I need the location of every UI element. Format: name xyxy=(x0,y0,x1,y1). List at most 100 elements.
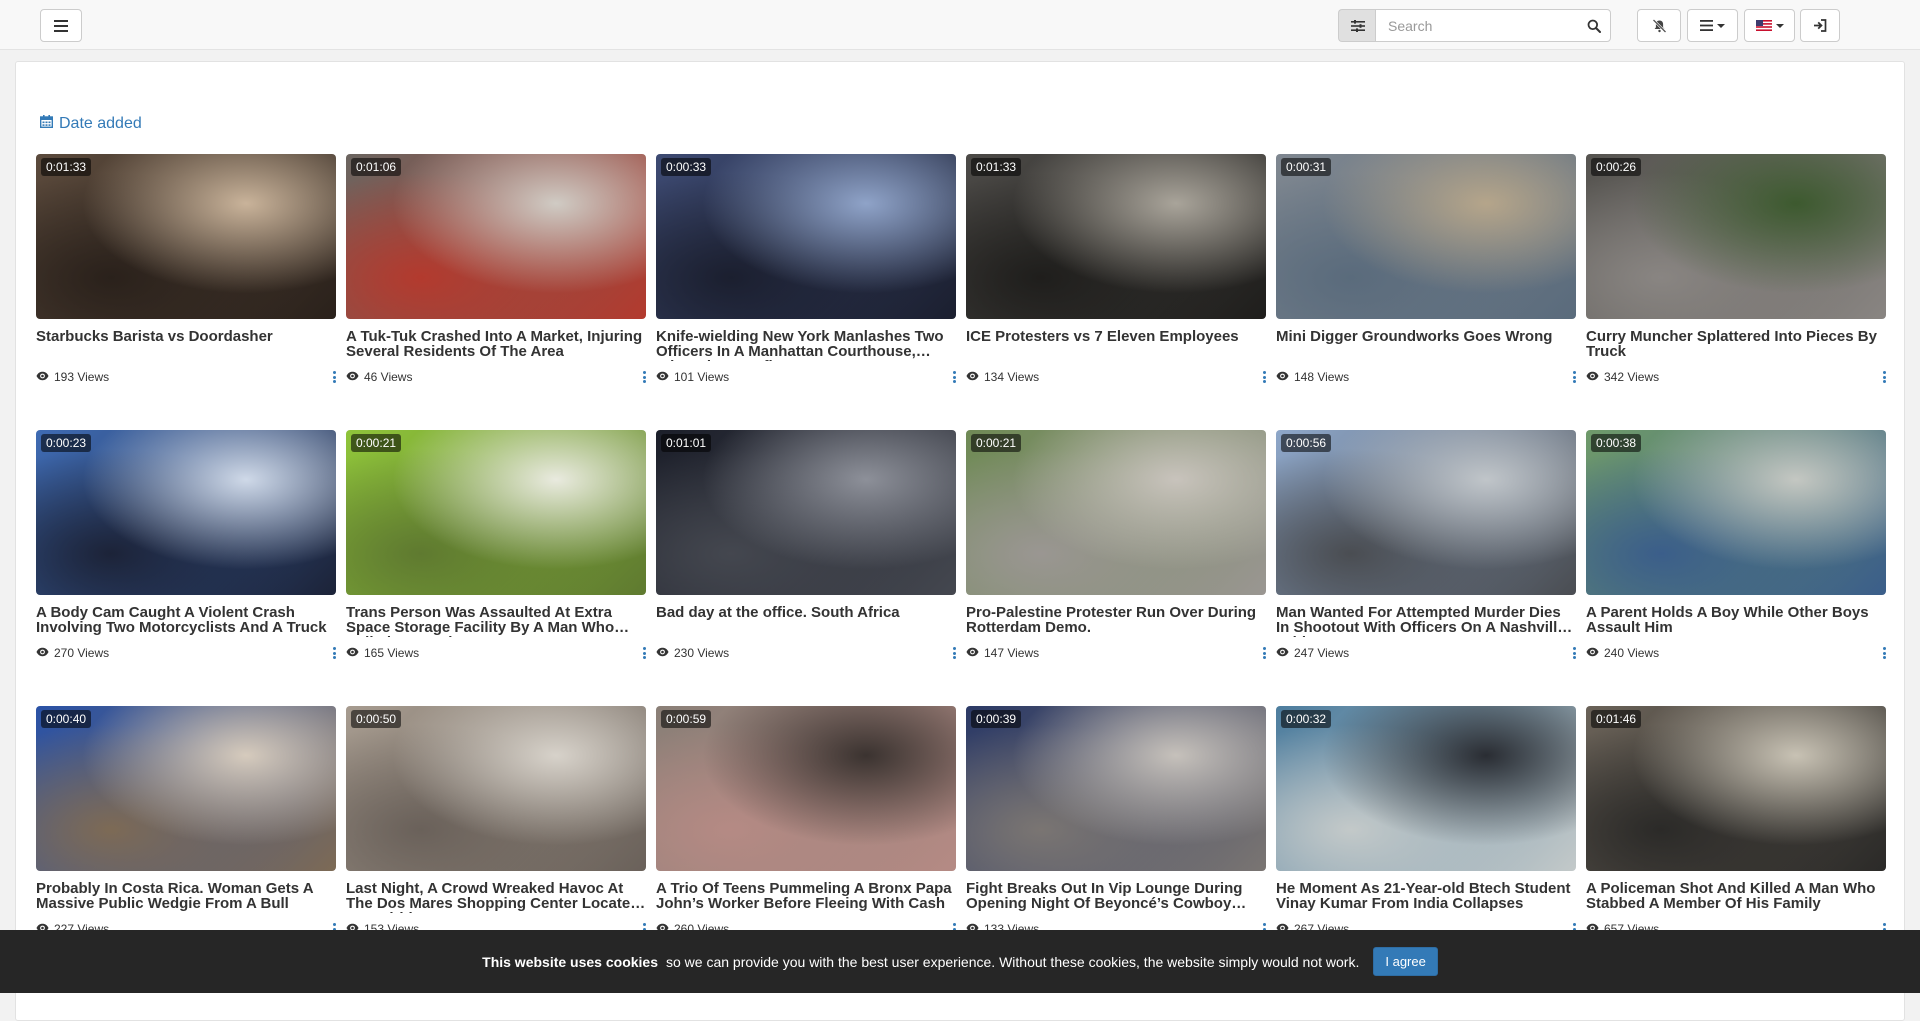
bell-slash-icon xyxy=(1652,18,1667,33)
filter-button[interactable] xyxy=(1338,9,1376,42)
magnifier-icon[interactable] xyxy=(1584,16,1604,36)
video-thumbnail[interactable]: 0:00:39 xyxy=(966,706,1266,871)
video-title[interactable]: Last Night, A Crowd Wreaked Havoc At The… xyxy=(346,881,646,913)
video-title[interactable]: A Policeman Shot And Killed A Man Who St… xyxy=(1586,881,1886,913)
more-options-icon[interactable] xyxy=(332,647,336,659)
video-thumbnail[interactable]: 0:01:33 xyxy=(966,154,1266,319)
video-title[interactable]: Probably In Costa Rica. Woman Gets A Mas… xyxy=(36,881,336,913)
video-title[interactable]: ICE Protesters vs 7 Eleven Employees xyxy=(966,329,1266,361)
duration-badge: 0:00:38 xyxy=(1591,434,1642,452)
eye-icon xyxy=(1276,646,1294,660)
video-title[interactable]: Knife-wielding New York Manlashes Two Of… xyxy=(656,329,956,361)
video-thumbnail[interactable]: 0:00:59 xyxy=(656,706,956,871)
video-meta: 230 Views xyxy=(656,644,956,662)
more-options-icon[interactable] xyxy=(642,371,646,383)
more-options-icon[interactable] xyxy=(1572,647,1576,659)
video-title[interactable]: A Tuk-Tuk Crashed Into A Market, Injurin… xyxy=(346,329,646,361)
view-count: 46 Views xyxy=(364,370,413,384)
more-options-icon[interactable] xyxy=(1262,647,1266,659)
menu-button[interactable] xyxy=(40,9,82,42)
video-title[interactable]: A Body Cam Caught A Violent Crash Involv… xyxy=(36,605,336,637)
chevron-down-icon xyxy=(1717,23,1725,28)
video-title[interactable]: A Trio Of Teens Pummeling A Bronx Papa J… xyxy=(656,881,956,913)
video-card[interactable]: 0:00:21 Trans Person Was Assaulted At Ext… xyxy=(346,430,646,662)
video-title[interactable]: Trans Person Was Assaulted At Extra Spac… xyxy=(346,605,646,637)
cookie-message: so we can provide you with the best user… xyxy=(666,953,1360,970)
video-card[interactable]: 0:00:39 Fight Breaks Out In Vip Lounge Du… xyxy=(966,706,1266,938)
video-title[interactable]: Starbucks Barista vs Doordasher xyxy=(36,329,336,361)
more-options-icon[interactable] xyxy=(1572,371,1576,383)
duration-badge: 0:01:46 xyxy=(1591,710,1642,728)
view-count: 101 Views xyxy=(674,370,730,384)
video-card[interactable]: 0:00:31 Mini Digger Groundworks Goes Wron… xyxy=(1276,154,1576,386)
more-options-icon[interactable] xyxy=(952,371,956,383)
language-dropdown[interactable] xyxy=(1744,9,1795,42)
more-options-icon[interactable] xyxy=(1882,371,1886,383)
duration-badge: 0:00:59 xyxy=(661,710,712,728)
sort-date-added-link[interactable]: Date added xyxy=(39,115,142,133)
video-title[interactable]: Man Wanted For Attempted Murder Dies In … xyxy=(1276,605,1576,637)
video-card[interactable]: 0:00:33 Knife-wielding New York Manlashes… xyxy=(656,154,956,386)
video-card[interactable]: 0:01:01 Bad day at the office. South Afri… xyxy=(656,430,956,662)
duration-badge: 0:00:21 xyxy=(351,434,402,452)
video-card[interactable]: 0:00:23 A Body Cam Caught A Violent Crash… xyxy=(36,430,336,662)
video-title[interactable]: Mini Digger Groundworks Goes Wrong xyxy=(1276,329,1576,361)
video-thumbnail[interactable]: 0:00:40 xyxy=(36,706,336,871)
us-flag-icon xyxy=(1755,20,1772,31)
notifications-mute-button[interactable] xyxy=(1637,9,1681,42)
duration-badge: 0:00:40 xyxy=(41,710,92,728)
video-thumbnail[interactable]: 0:00:50 xyxy=(346,706,646,871)
video-card[interactable]: 0:00:32 He Moment As 21-Year-old Btech St… xyxy=(1276,706,1576,938)
video-meta: 165 Views xyxy=(346,644,646,662)
video-thumbnail[interactable]: 0:00:21 xyxy=(346,430,646,595)
video-card[interactable]: 0:01:46 A Policeman Shot And Killed A Man… xyxy=(1586,706,1886,938)
video-card[interactable]: 0:00:26 Curry Muncher Splattered Into Pie… xyxy=(1586,154,1886,386)
video-meta: 342 Views xyxy=(1586,368,1886,386)
duration-badge: 0:00:39 xyxy=(971,710,1022,728)
video-thumbnail[interactable]: 0:01:06 xyxy=(346,154,646,319)
video-thumbnail[interactable]: 0:00:33 xyxy=(656,154,956,319)
search-input[interactable] xyxy=(1376,10,1576,41)
video-thumbnail[interactable]: 0:00:26 xyxy=(1586,154,1886,319)
video-card[interactable]: 0:00:40 Probably In Costa Rica. Woman Get… xyxy=(36,706,336,938)
video-card[interactable]: 0:01:33 Starbucks Barista vs Doordasher 19… xyxy=(36,154,336,386)
video-thumbnail[interactable]: 0:00:38 xyxy=(1586,430,1886,595)
view-list-dropdown[interactable] xyxy=(1687,9,1738,42)
video-thumbnail[interactable]: 0:01:33 xyxy=(36,154,336,319)
video-title[interactable]: He Moment As 21-Year-old Btech Student V… xyxy=(1276,881,1576,913)
video-thumbnail[interactable]: 0:00:31 xyxy=(1276,154,1576,319)
view-count: 193 Views xyxy=(54,370,110,384)
more-options-icon[interactable] xyxy=(1882,647,1886,659)
video-meta: 147 Views xyxy=(966,644,1266,662)
video-card[interactable]: 0:00:59 A Trio Of Teens Pummeling A Bronx… xyxy=(656,706,956,938)
video-title[interactable]: Curry Muncher Splattered Into Pieces By … xyxy=(1586,329,1886,361)
video-thumbnail[interactable]: 0:01:01 xyxy=(656,430,956,595)
video-title[interactable]: Pro-Palestine Protester Run Over During … xyxy=(966,605,1266,637)
calendar-icon xyxy=(39,115,59,133)
view-count: 147 Views xyxy=(984,646,1040,660)
video-thumbnail[interactable]: 0:00:23 xyxy=(36,430,336,595)
video-thumbnail[interactable]: 0:00:32 xyxy=(1276,706,1576,871)
video-meta: 148 Views xyxy=(1276,368,1576,386)
video-card[interactable]: 0:00:56 Man Wanted For Attempted Murder D… xyxy=(1276,430,1576,662)
cookie-heading: This website uses cookies xyxy=(482,953,658,970)
video-card[interactable]: 0:00:50 Last Night, A Crowd Wreaked Havoc… xyxy=(346,706,646,938)
agree-button[interactable]: I agree xyxy=(1373,947,1438,976)
eye-icon xyxy=(1276,370,1294,384)
video-thumbnail[interactable]: 0:01:46 xyxy=(1586,706,1886,871)
more-options-icon[interactable] xyxy=(332,371,336,383)
video-thumbnail[interactable]: 0:00:21 xyxy=(966,430,1266,595)
video-thumbnail[interactable]: 0:00:56 xyxy=(1276,430,1576,595)
video-card[interactable]: 0:01:33 ICE Protesters vs 7 Eleven Employ… xyxy=(966,154,1266,386)
more-options-icon[interactable] xyxy=(1262,371,1266,383)
video-card[interactable]: 0:00:38 A Parent Holds A Boy While Other … xyxy=(1586,430,1886,662)
more-options-icon[interactable] xyxy=(642,647,646,659)
video-title[interactable]: Bad day at the office. South Africa xyxy=(656,605,956,637)
video-title[interactable]: A Parent Holds A Boy While Other Boys As… xyxy=(1586,605,1886,637)
video-card[interactable]: 0:01:06 A Tuk-Tuk Crashed Into A Market, … xyxy=(346,154,646,386)
eye-icon xyxy=(656,646,674,660)
video-card[interactable]: 0:00:21 Pro-Palestine Protester Run Over … xyxy=(966,430,1266,662)
login-button[interactable] xyxy=(1800,9,1840,42)
more-options-icon[interactable] xyxy=(952,647,956,659)
video-title[interactable]: Fight Breaks Out In Vip Lounge During Op… xyxy=(966,881,1266,913)
